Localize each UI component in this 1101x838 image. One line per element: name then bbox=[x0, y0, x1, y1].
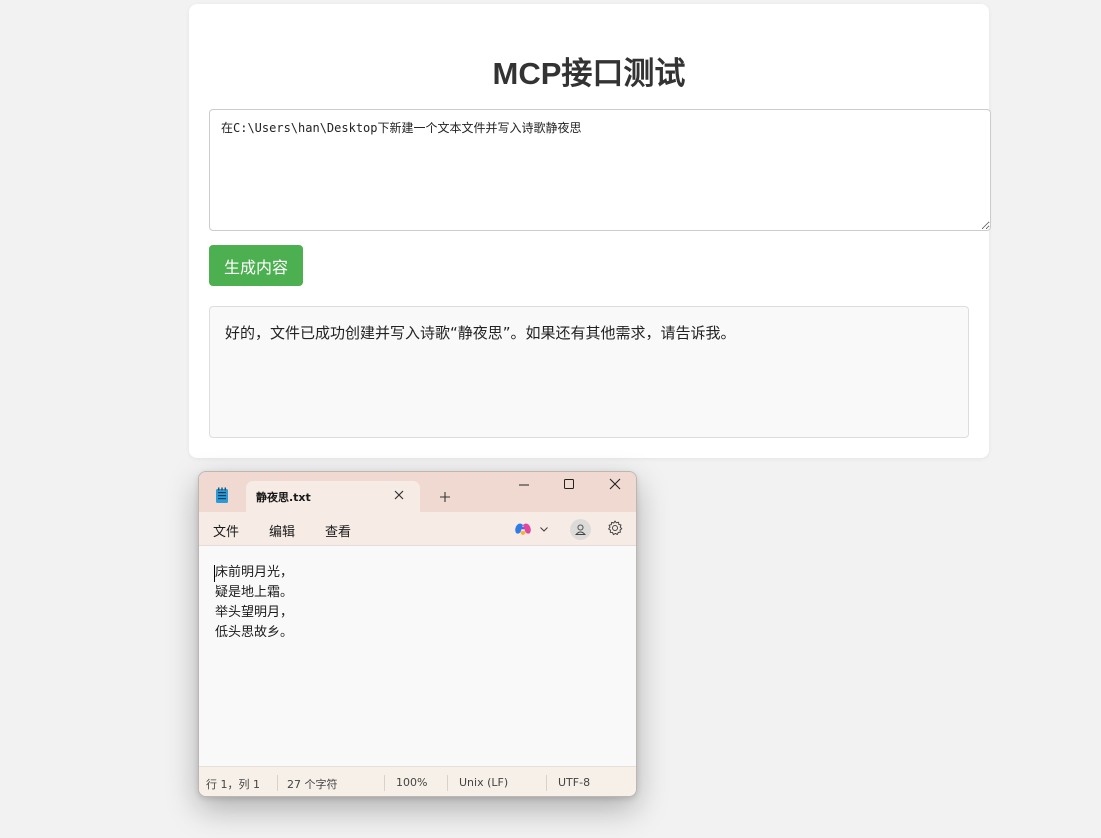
notepad-window: 静夜思.txt 文件 编辑 查看 床前明月光， 疑是地上霜。 举头望明月， 低头… bbox=[198, 471, 637, 797]
editor-line: 举头望明月， bbox=[215, 605, 294, 620]
chevron-down-icon[interactable] bbox=[539, 524, 549, 534]
result-output: 好的，文件已成功创建并写入诗歌“静夜思”。如果还有其他需求，请告诉我。 bbox=[209, 306, 969, 438]
status-encoding[interactable]: UTF-8 bbox=[558, 776, 590, 789]
status-zoom[interactable]: 100% bbox=[396, 776, 427, 789]
window-close-icon[interactable] bbox=[609, 478, 621, 490]
status-line-ending[interactable]: Unix (LF) bbox=[459, 776, 508, 789]
menu-edit[interactable]: 编辑 bbox=[269, 521, 295, 540]
notepad-menubar: 文件 编辑 查看 bbox=[199, 512, 636, 546]
page-title: MCP接口测试 bbox=[492, 56, 686, 91]
maximize-icon[interactable] bbox=[563, 478, 575, 490]
tab-file[interactable]: 静夜思.txt bbox=[246, 481, 420, 512]
generate-button[interactable]: 生成内容 bbox=[209, 245, 303, 286]
gear-icon[interactable] bbox=[607, 520, 623, 536]
prompt-textarea[interactable]: 在C:\Users\han\Desktop下新建一个文本文件并写入诗歌静夜思 bbox=[209, 109, 991, 231]
account-icon[interactable] bbox=[570, 519, 591, 540]
tab-title: 静夜思.txt bbox=[256, 491, 311, 504]
menu-view[interactable]: 查看 bbox=[325, 521, 351, 540]
minimize-icon[interactable] bbox=[518, 478, 530, 490]
status-divider bbox=[384, 775, 385, 791]
status-divider bbox=[546, 775, 547, 791]
editor-line: 低头思故乡。 bbox=[215, 625, 294, 640]
notepad-app-icon bbox=[216, 487, 228, 503]
close-icon[interactable] bbox=[393, 489, 405, 501]
text-caret bbox=[214, 565, 215, 582]
mcp-test-card: MCP接口测试 在C:\Users\han\Desktop下新建一个文本文件并写… bbox=[189, 4, 991, 458]
editor-line: 床前明月光， bbox=[215, 565, 294, 580]
status-divider bbox=[277, 775, 278, 791]
copilot-icon[interactable] bbox=[514, 522, 532, 538]
status-divider bbox=[447, 775, 448, 791]
status-char-count: 27 个字符 bbox=[287, 778, 338, 791]
notepad-editor[interactable]: 床前明月光， 疑是地上霜。 举头望明月， 低头思故乡。 bbox=[199, 547, 636, 766]
plus-icon[interactable] bbox=[439, 491, 451, 503]
status-cursor-position: 行 1，列 1 bbox=[206, 778, 260, 791]
editor-line: 疑是地上霜。 bbox=[215, 585, 294, 600]
menu-file[interactable]: 文件 bbox=[213, 521, 239, 540]
notepad-statusbar: 行 1，列 1 27 个字符 100% Unix (LF) UTF-8 bbox=[199, 766, 636, 796]
notepad-titlebar[interactable]: 静夜思.txt bbox=[199, 472, 636, 512]
